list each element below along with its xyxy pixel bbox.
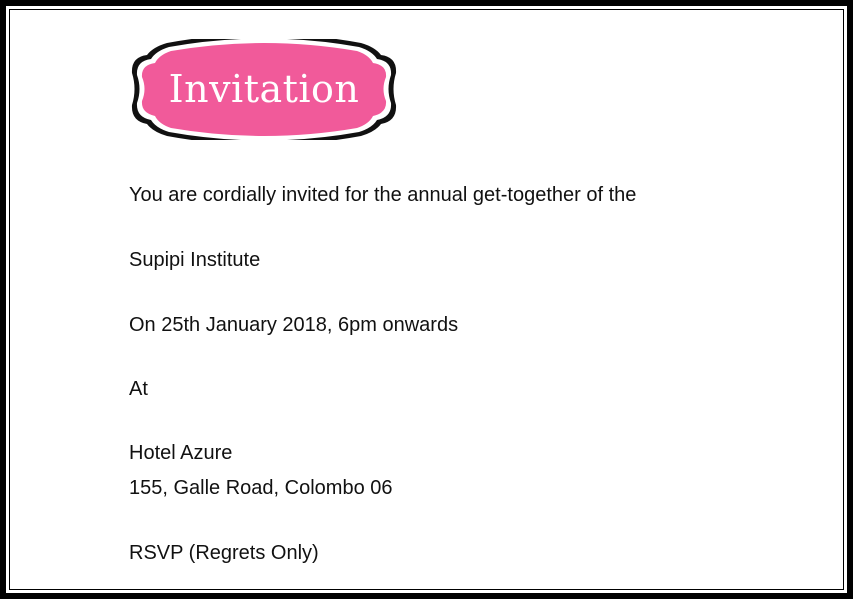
institute-name: Supipi Institute — [129, 249, 261, 271]
invitation-line: You are cordially invited for the annual… — [129, 184, 637, 206]
venue-address: 155, Galle Road, Colombo 06 — [129, 477, 393, 499]
event-date: On 25th January 2018, 6pm onwards — [129, 314, 459, 336]
venue-name: Hotel Azure — [129, 442, 233, 464]
badge-title: Invitation — [168, 66, 360, 111]
invitation-badge: Invitation — [129, 39, 399, 140]
rsvp-note: RSVP (Regrets Only) — [129, 542, 319, 564]
at-label: At — [129, 378, 148, 400]
